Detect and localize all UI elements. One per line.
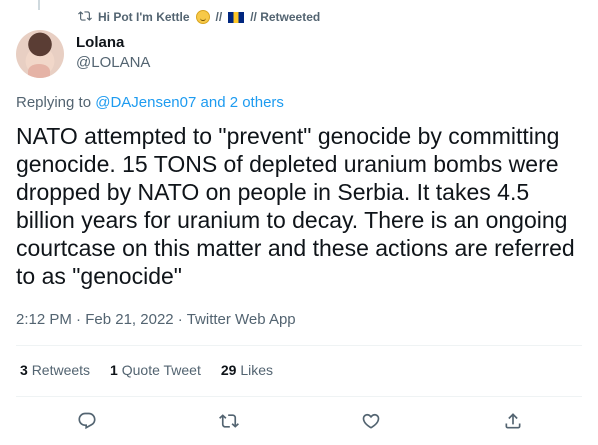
upside-down-face-icon <box>195 10 210 24</box>
replying-to: Replying to @DAJensen07 and 2 others <box>16 94 284 111</box>
tweet-time[interactable]: 2:12 PM <box>16 311 72 328</box>
tweet-source[interactable]: Twitter Web App <box>187 311 296 328</box>
tweet-stats: 3 Retweets 1 Quote Tweet 29 Likes <box>20 362 273 378</box>
retweet-button[interactable] <box>212 404 246 438</box>
share-button[interactable] <box>496 404 530 438</box>
retweet-suffix-left: // <box>215 10 223 24</box>
retweets-label: Retweets <box>31 362 91 378</box>
divider-bottom <box>16 396 582 397</box>
likes-label: Likes <box>240 362 274 378</box>
retweet-context: Hi Pot I'm Kettle // // Retweeted <box>78 8 320 26</box>
like-icon <box>362 413 380 429</box>
author-names: Lolana @LOLANA <box>76 30 150 73</box>
tweet-meta: 2:12 PM · Feb 21, 2022 · Twitter Web App <box>16 311 296 328</box>
barbados-flag-icon <box>228 11 245 23</box>
quotes-count: 1 <box>110 362 118 378</box>
retweets-stat[interactable]: 3 Retweets <box>20 362 90 378</box>
divider-top <box>16 345 582 346</box>
tweet-actions <box>70 404 530 438</box>
retweet-icon <box>219 414 239 428</box>
retweeter-name[interactable]: Hi Pot I'm Kettle <box>98 10 190 24</box>
quotes-label: Quote Tweet <box>121 362 201 378</box>
quotes-stat[interactable]: 1 Quote Tweet <box>110 362 201 378</box>
author-handle[interactable]: @LOLANA <box>76 53 150 73</box>
retweets-count: 3 <box>20 362 28 378</box>
thread-line <box>38 0 40 10</box>
like-button[interactable] <box>354 404 388 438</box>
retweet-context-icon <box>78 9 92 26</box>
tweet-date[interactable]: Feb 21, 2022 <box>85 311 173 328</box>
avatar[interactable] <box>16 30 64 78</box>
retweet-suffix-right: // Retweeted <box>250 10 321 24</box>
reply-others-link[interactable]: and 2 others <box>201 94 284 111</box>
tweet-text: NATO attempted to "prevent" genocide by … <box>16 123 575 289</box>
tweet-header: Lolana @LOLANA <box>16 30 150 78</box>
meta-separator: · <box>76 311 82 328</box>
likes-count: 29 <box>220 362 237 378</box>
reply-button[interactable] <box>70 404 104 438</box>
reply-icon <box>78 412 96 430</box>
replying-prefix: Replying to <box>16 94 92 111</box>
likes-stat[interactable]: 29 Likes <box>221 362 273 378</box>
share-icon <box>505 413 521 429</box>
author-display-name[interactable]: Lolana <box>76 33 150 53</box>
reply-user-link[interactable]: @DAJensen07 <box>95 94 196 111</box>
meta-separator-2: · <box>177 311 183 328</box>
